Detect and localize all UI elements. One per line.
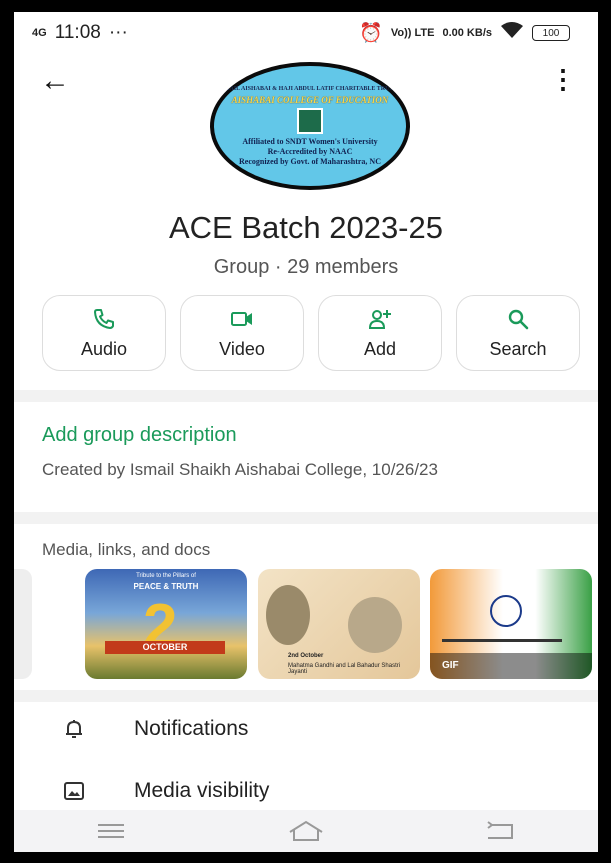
media-thumbnail-gif[interactable]: GIF [430,569,592,679]
volte-indicator: Vo)) LTE [390,27,435,39]
bell-icon [66,720,82,738]
section-divider [14,512,598,524]
video-label: Video [219,338,265,359]
media-carousel: Tribute to the Pillars of PEACE & TRUTH … [14,569,598,681]
college-logo-icon [297,107,323,134]
thumb1-title: PEACE & TRUTH [133,582,199,591]
gif-badge: GIF [430,653,592,679]
home-icon [289,820,323,841]
avatar-org-text: ISMAIL AISHABAI & HAJI ABDUL LATIF CHARI… [218,85,402,92]
search-icon [508,309,529,329]
media-visibility-row[interactable]: Media visibility [14,766,598,816]
avatar-college-text: AISHABAI COLLEGE OF EDUCATION [231,94,389,105]
notification-icons: ··· [108,22,128,43]
action-buttons: Audio Video Add Search [42,295,580,371]
avatar-line-3: Recognized by Govt. of Maharashtra, NC [239,156,381,166]
system-nav-bar [14,810,598,852]
media-thumbnail-gandhi-shastri[interactable]: 2nd October Mahatma Gandhi and Lal Bahad… [258,569,420,679]
recent-apps-button[interactable] [91,816,131,846]
status-bar: 4G 11:08 ··· ⏰ Vo)) LTE 0.00 KB/s 100 [14,12,598,54]
avatar-line-2: Re-Accredited by NAAC [267,146,353,156]
thumb2-caption: Mahatma Gandhi and Lal Bahadur Shastri J… [288,663,401,675]
group-name[interactable]: ACE Batch 2023-25 [14,210,598,246]
portrait-image [266,585,310,645]
back-icon [487,821,513,839]
search-button[interactable]: Search [456,295,580,371]
add-group-description-link[interactable]: Add group description [42,424,237,447]
menu-lines-icon [98,824,125,838]
group-info-screen: 4G 11:08 ··· ⏰ Vo)) LTE 0.00 KB/s 100 ← … [14,12,598,852]
thumb2-date: 2nd October [288,653,324,659]
notifications-label: Notifications [134,717,249,740]
media-visibility-label: Media visibility [134,779,270,802]
audio-call-button[interactable]: Audio [42,295,166,371]
video-icon [231,311,252,326]
add-member-button[interactable]: Add [318,295,442,371]
notifications-row[interactable]: Notifications [14,704,598,754]
phone-icon [94,308,114,329]
group-meta: Group · 29 members [213,256,399,278]
video-call-button[interactable]: Video [180,295,304,371]
portrait-image [348,597,402,653]
search-label: Search [489,338,547,359]
back-button[interactable] [481,816,521,846]
section-divider [14,390,598,402]
add-person-icon [368,309,391,329]
group-created-info: Created by Ismail Shaikh Aishabai Colleg… [42,460,438,479]
avatar-line-1: Affiliated to SNDT Women's University [242,136,378,146]
thumb1-caption: Tribute to the Pillars of [136,573,196,579]
group-avatar[interactable]: ISMAIL AISHABAI & HAJI ABDUL LATIF CHARI… [210,62,410,190]
status-time: 11:08 [54,22,101,43]
section-divider [14,690,598,702]
media-thumbnail-document[interactable] [14,569,32,679]
image-icon [64,782,84,800]
alarm-icon: ⏰ [359,23,383,44]
wifi-icon [500,21,524,45]
home-button[interactable] [286,816,326,846]
thumb1-month: OCTOBER [105,641,225,654]
add-label: Add [363,338,397,359]
more-options-icon[interactable]: ⋮ [550,66,576,92]
back-arrow-icon[interactable]: ← [40,66,70,96]
media-thumbnail-peace-truth[interactable]: Tribute to the Pillars of PEACE & TRUTH … [85,569,247,679]
network-speed: 0.00 KB/s [442,27,492,39]
ashoka-chakra-icon [490,595,522,627]
media-section-title[interactable]: Media, links, and docs [42,540,210,560]
signal-icon: 4G [32,27,47,39]
audio-label: Audio [80,338,128,359]
battery-icon: 100 [532,25,570,41]
